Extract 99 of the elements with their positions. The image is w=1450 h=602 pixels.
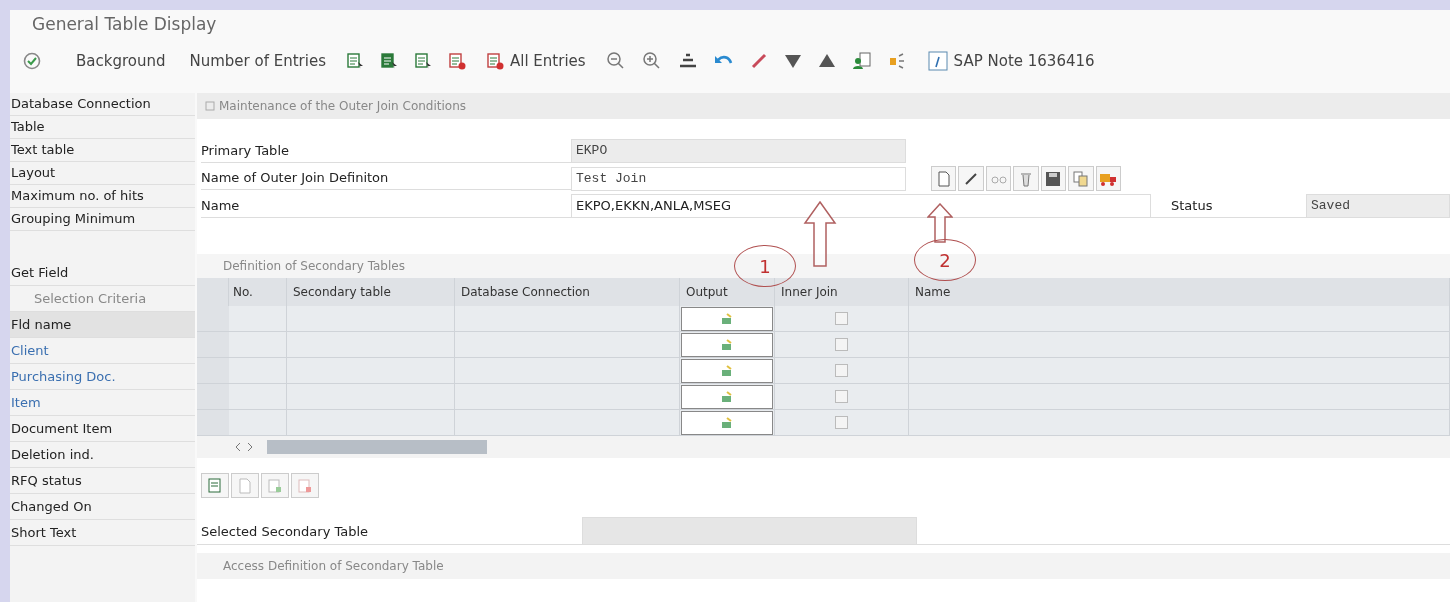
list-button[interactable] xyxy=(380,52,398,70)
chevron-right-icon xyxy=(247,442,253,452)
sidebar-item[interactable]: Text table xyxy=(10,139,195,162)
primary-table-field: EKPO xyxy=(571,139,906,163)
list-button[interactable] xyxy=(414,52,432,70)
inner-join-checkbox[interactable] xyxy=(835,338,848,351)
inner-join-checkbox[interactable] xyxy=(835,416,848,429)
inner-join-checkbox[interactable] xyxy=(835,390,848,403)
output-button[interactable] xyxy=(681,384,773,409)
save-button[interactable] xyxy=(1040,166,1067,191)
chevron-left-icon xyxy=(235,442,241,452)
stack-icon xyxy=(677,52,698,70)
column-header: Inner Join xyxy=(775,278,909,306)
column-header: Secondary table xyxy=(287,278,455,306)
triangle-down-icon xyxy=(783,53,802,69)
column-header: Database Connection xyxy=(455,278,680,306)
pen-icon xyxy=(749,52,768,70)
sidebar-item[interactable]: Table xyxy=(10,116,195,139)
trash-icon xyxy=(1019,170,1032,187)
triangle-up-icon xyxy=(817,53,836,69)
sort-ascending-button[interactable] xyxy=(817,53,836,69)
background-button[interactable]: Background xyxy=(72,50,170,72)
sidebar-item[interactable]: Maximum no. of hits xyxy=(10,185,195,208)
output-button[interactable] xyxy=(681,358,773,383)
all-entries-button[interactable]: All Entries xyxy=(482,50,590,72)
details-button[interactable] xyxy=(201,473,229,498)
sidebar-item[interactable]: Layout xyxy=(10,162,195,185)
document-icon xyxy=(936,170,951,187)
inner-join-checkbox[interactable] xyxy=(835,364,848,377)
execute-button[interactable] xyxy=(22,51,42,71)
table-cell xyxy=(229,332,287,358)
table-cell xyxy=(229,306,287,332)
table-cell xyxy=(229,358,287,384)
collapse-icon xyxy=(205,101,215,111)
person-list-button[interactable] xyxy=(851,52,872,70)
name-field[interactable]: EKPO,EKKN,ANLA,MSEG xyxy=(571,194,1151,218)
save-icon xyxy=(1045,170,1062,187)
pencil-icon xyxy=(964,171,979,186)
sum-button[interactable] xyxy=(677,52,698,70)
table-cell xyxy=(229,384,287,410)
column-header: No. xyxy=(229,278,287,306)
field-label: Primary Table xyxy=(201,139,571,163)
field-label: Selected Secondary Table xyxy=(201,523,370,539)
sap-note-link[interactable]: SAP Note 1636416 xyxy=(923,49,1099,73)
transport-button[interactable] xyxy=(1095,166,1121,191)
output-icon xyxy=(721,390,733,403)
list-icon xyxy=(346,52,364,70)
number-of-entries-button[interactable]: Number of Entries xyxy=(185,50,330,72)
list-button[interactable] xyxy=(346,52,364,70)
scroll-left-button[interactable] xyxy=(235,442,241,452)
list-icon xyxy=(207,477,223,494)
status-field: Saved xyxy=(1306,194,1450,218)
column-header: Name xyxy=(909,278,1450,306)
glasses-icon xyxy=(990,173,1007,184)
check-circle-icon xyxy=(22,51,42,71)
window-title: General Table Display xyxy=(32,13,217,35)
delete-list-button[interactable] xyxy=(448,52,466,70)
panel-title: Maintenance of the Outer Join Conditions xyxy=(219,99,467,113)
edit-button[interactable] xyxy=(958,166,984,191)
list-icon xyxy=(448,52,466,70)
output-icon xyxy=(721,364,733,377)
zoom-in-icon xyxy=(641,51,662,71)
scrollbar-thumb[interactable] xyxy=(267,440,487,454)
arrow-annotation xyxy=(927,203,953,243)
output-icon xyxy=(721,338,733,351)
list-icon xyxy=(486,52,504,70)
sort-descending-button[interactable] xyxy=(783,53,802,69)
list-icon xyxy=(414,52,432,70)
pen-button[interactable] xyxy=(749,52,768,70)
join-definition-field[interactable]: Test Join xyxy=(571,166,906,191)
output-button[interactable] xyxy=(681,306,773,331)
copy-icon xyxy=(1072,170,1089,187)
field-label: Name xyxy=(201,194,571,218)
insert-row-icon xyxy=(267,477,283,494)
insert-row-button[interactable] xyxy=(261,473,289,498)
arrow-annotation xyxy=(803,201,837,267)
new-button[interactable] xyxy=(931,166,957,191)
output-button[interactable] xyxy=(681,410,773,435)
sidebar-item[interactable]: Database Connection xyxy=(10,93,195,116)
zoom-in-button[interactable] xyxy=(641,51,662,71)
output-icon xyxy=(721,312,733,325)
section-header: Access Definition of Secondary Table xyxy=(197,553,1450,579)
inner-join-checkbox[interactable] xyxy=(835,312,848,325)
info-icon xyxy=(927,51,948,71)
field-label: Name of Outer Join Definiton xyxy=(201,167,571,190)
delete-row-icon xyxy=(297,477,313,494)
person-list-icon xyxy=(851,52,872,70)
column-header: Fld name xyxy=(10,312,195,338)
sidebar-item[interactable]: Grouping Minimum xyxy=(10,208,195,231)
document-icon xyxy=(238,477,252,494)
corner-header xyxy=(197,278,229,306)
zoom-out-icon xyxy=(605,51,626,71)
output-button[interactable] xyxy=(681,332,773,357)
zoom-out-button[interactable] xyxy=(605,51,626,71)
delete-row-button[interactable] xyxy=(291,473,319,498)
column-header: Output xyxy=(680,278,775,306)
output-icon xyxy=(721,416,733,429)
scroll-right-button[interactable] xyxy=(247,442,253,452)
list-icon xyxy=(380,52,398,70)
